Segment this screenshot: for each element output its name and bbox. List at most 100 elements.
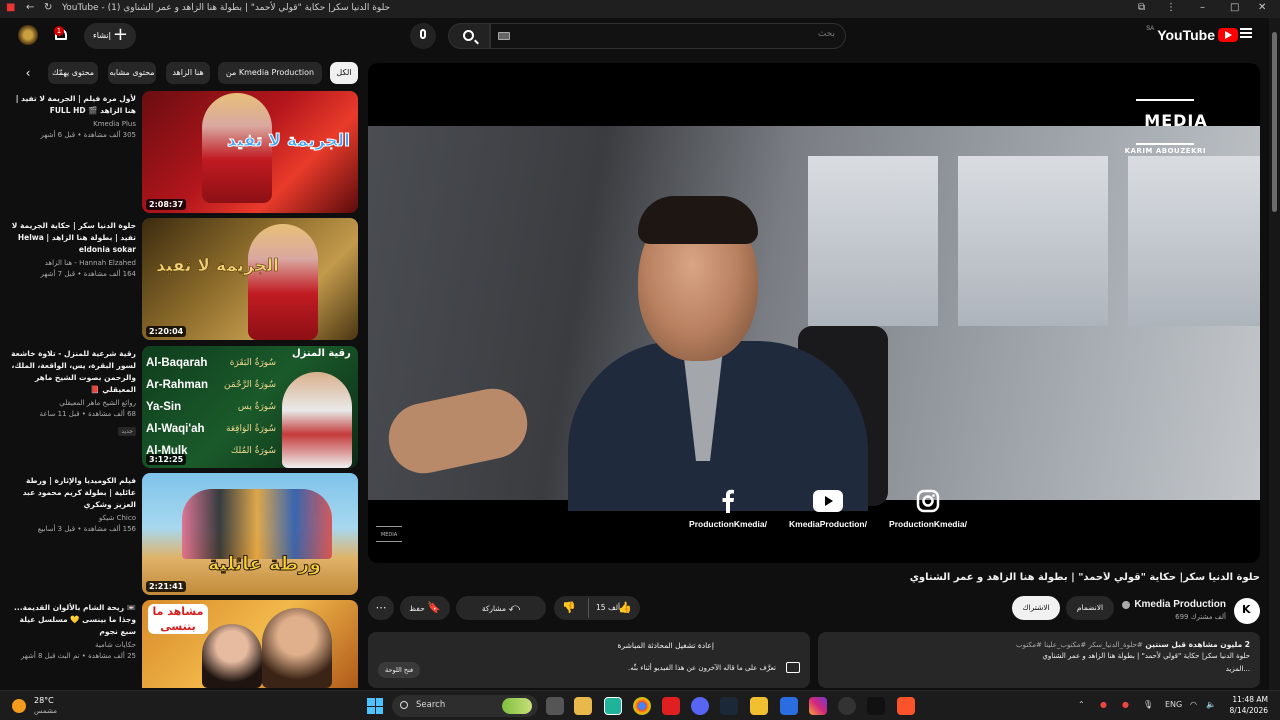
more-icon[interactable]: ⋮ bbox=[1166, 2, 1176, 13]
tiktok-icon[interactable] bbox=[867, 697, 885, 715]
reload-icon[interactable]: ↻ bbox=[44, 2, 52, 13]
related-video-2[interactable]: الجريمة لا تفيد 2:20:04 حلوة الدنيا سكر … bbox=[8, 218, 358, 340]
weather-temp: 28°C bbox=[34, 696, 54, 705]
related-video-4[interactable]: ورطة عائلية 2:21:41 فيلم الكوميديا والإث… bbox=[8, 473, 358, 595]
thumbnail-caption: الجريمة لا تفيد bbox=[156, 256, 280, 277]
search-highlight-icon bbox=[502, 698, 532, 714]
task-view-icon[interactable] bbox=[546, 697, 564, 715]
duration-badge: 3:12:25 bbox=[146, 454, 187, 465]
folder-icon[interactable] bbox=[750, 697, 768, 715]
video-frame[interactable] bbox=[368, 126, 1260, 511]
related-title: 📼 ريحة الشام بالألوان القديمة... وجذا ما… bbox=[14, 603, 136, 636]
volume-icon[interactable]: 🔈 bbox=[1206, 700, 1216, 709]
duration-badge: 2:20:04 bbox=[146, 326, 187, 337]
taskbar-search-label: Search bbox=[416, 700, 446, 710]
video-thumbnail[interactable]: الجريمة لا تفيد 2:20:04 bbox=[142, 218, 358, 340]
steam-icon[interactable] bbox=[720, 697, 738, 715]
notification-badge: 1 bbox=[54, 26, 64, 36]
wifi-icon[interactable]: ◠ bbox=[1190, 700, 1197, 709]
keyboard-icon[interactable] bbox=[498, 32, 510, 40]
plus-icon: + bbox=[112, 24, 128, 45]
youtube-play-icon bbox=[1218, 28, 1238, 42]
chrome-icon[interactable] bbox=[633, 697, 651, 715]
video-thumbnail[interactable]: مشاهد ما بتنسى bbox=[142, 600, 358, 688]
browser-title-bar: ■ ← ↻ YouTube - حلوة الدنيا سكر| حكاية "… bbox=[0, 0, 1280, 18]
language-indicator[interactable]: ENG bbox=[1165, 700, 1182, 709]
voice-search-button[interactable] bbox=[410, 23, 436, 49]
related-channel: Hannah Elzahed - هنا الزاهد bbox=[44, 259, 136, 267]
weather-condition: مشمس bbox=[34, 707, 57, 715]
clock[interactable]: 11:48 AM 8/14/2026 bbox=[1230, 694, 1268, 716]
thumbnail-person bbox=[262, 608, 332, 688]
surah-arabic: سُورَةُ الوَاقِعَة bbox=[226, 424, 276, 434]
window-title: YouTube - حلوة الدنيا سكر| حكاية "قولي ل… bbox=[62, 3, 391, 13]
chevron-left-icon[interactable]: ‹ bbox=[20, 65, 36, 81]
like-count[interactable]: 15 ألف bbox=[596, 596, 620, 620]
dislike-icon[interactable]: 👎 bbox=[562, 596, 576, 620]
duration-badge: 2:21:41 bbox=[146, 581, 187, 592]
settings-app-icon[interactable] bbox=[838, 697, 856, 715]
view-count: 2 مليون مشاهدة bbox=[1188, 640, 1250, 649]
chip-from-channel[interactable]: من Kmedia Production bbox=[218, 62, 322, 84]
surah-arabic: سُورَةُ الرَّحْمَن bbox=[224, 380, 276, 390]
channel-name[interactable]: Kmedia Production bbox=[1134, 599, 1226, 610]
video-thumbnail[interactable]: رقية المنزل Al-Baqarah Ar-Rahman Ya-Sin … bbox=[142, 346, 358, 468]
tray-app-icon[interactable]: ● bbox=[1100, 700, 1107, 709]
taskbar-search[interactable]: Search bbox=[392, 695, 538, 717]
like-icon[interactable]: 👍 bbox=[618, 596, 632, 620]
window-pane bbox=[808, 156, 938, 326]
channel-avatar[interactable] bbox=[1234, 598, 1260, 624]
microphone-tray-icon[interactable]: 🎙 bbox=[1143, 700, 1153, 709]
extensions-icon[interactable]: ⧉ bbox=[1138, 2, 1145, 13]
video-thumbnail[interactable]: ورطة عائلية 2:21:41 bbox=[142, 473, 358, 595]
social-instagram: ProductionKmedia/ bbox=[878, 489, 978, 529]
hashtags[interactable]: #حلوة_الدنيا_سكر #مكتوب_علينا #مكتوب bbox=[1016, 641, 1143, 649]
youtube-app-icon[interactable] bbox=[662, 697, 680, 715]
notifications-button[interactable]: 1 bbox=[52, 26, 70, 44]
join-button[interactable]: الانضمام bbox=[1066, 596, 1114, 620]
subscribe-button[interactable]: الاشتراك bbox=[1012, 596, 1060, 620]
chat-replay-title: إعادة تشغيل المحادثة المباشرة bbox=[617, 641, 715, 650]
chip-all[interactable]: الكل bbox=[330, 62, 358, 84]
chevron-up-icon[interactable]: ⌃ bbox=[1078, 700, 1085, 709]
windows-start-icon[interactable] bbox=[367, 698, 383, 714]
region-code: SA bbox=[1146, 26, 1155, 32]
page-scrollbar[interactable] bbox=[1269, 18, 1280, 690]
video-player[interactable]: MEDIA KARIM ABOUZEKRI ProductionKmedia/ … bbox=[368, 63, 1260, 563]
minimize-icon[interactable]: – bbox=[1200, 2, 1205, 13]
related-info: فيلم الكوميديا والإثارة | ورطة عائلية | … bbox=[8, 475, 136, 533]
youtube-logo[interactable]: SA YouTube bbox=[1146, 26, 1238, 43]
app-icon[interactable] bbox=[604, 697, 622, 715]
description-box[interactable]: 2 مليون مشاهدة قبل سنتين #حلوة_الدنيا_سك… bbox=[818, 632, 1260, 688]
scrollbar-thumb[interactable] bbox=[1272, 32, 1277, 212]
back-icon[interactable]: ← bbox=[26, 2, 34, 13]
create-button[interactable]: إنشاء + bbox=[84, 23, 136, 49]
search-button[interactable] bbox=[448, 23, 490, 49]
instagram-app-icon[interactable] bbox=[809, 697, 827, 715]
chip-hana[interactable]: هنا الزاهد bbox=[166, 62, 210, 84]
brave-icon[interactable] bbox=[897, 697, 915, 715]
video-title: حلوة الدنيا سكر| حكاية "قولي لأحمد" | بط… bbox=[909, 572, 1260, 583]
maximize-icon[interactable]: □ bbox=[1230, 2, 1239, 13]
share-button[interactable]: مشاركة ⤺ bbox=[456, 596, 546, 620]
save-button[interactable]: حفظ 🔖 bbox=[400, 596, 450, 620]
chip-similar[interactable]: محتوى مشابه bbox=[108, 62, 156, 84]
app-icon-blue[interactable] bbox=[780, 697, 798, 715]
open-panel-button[interactable]: فتح اللوحة bbox=[378, 662, 421, 678]
menu-icon[interactable] bbox=[1240, 28, 1252, 38]
close-icon[interactable]: ✕ bbox=[1258, 2, 1266, 13]
avatar[interactable] bbox=[18, 25, 38, 45]
search-input[interactable] bbox=[515, 29, 835, 39]
tray-app-icon[interactable]: ● bbox=[1122, 700, 1129, 709]
surah-list-arabic: سُورَةُ البَقَرَة سُورَةُ الرَّحْمَن سُو… bbox=[206, 352, 276, 462]
video-thumbnail[interactable]: الجريمة لا تفيد 2:08:37 bbox=[142, 91, 358, 213]
related-video-1[interactable]: الجريمة لا تفيد 2:08:37 لأول مرة فيلم | … bbox=[8, 91, 358, 213]
discord-icon[interactable] bbox=[691, 697, 709, 715]
related-video-3[interactable]: رقية المنزل Al-Baqarah Ar-Rahman Ya-Sin … bbox=[8, 346, 358, 468]
file-explorer-icon[interactable] bbox=[574, 697, 592, 715]
chip-interest[interactable]: محتوى يهمّك bbox=[48, 62, 98, 84]
upload-date: قبل سنتين bbox=[1145, 640, 1186, 649]
show-more-link[interactable]: ...المزيد bbox=[828, 664, 1250, 675]
more-actions-button[interactable]: ⋯ bbox=[368, 596, 394, 620]
related-video-5[interactable]: مشاهد ما بتنسى 📼 ريحة الشام بالألوان الق… bbox=[8, 600, 358, 688]
